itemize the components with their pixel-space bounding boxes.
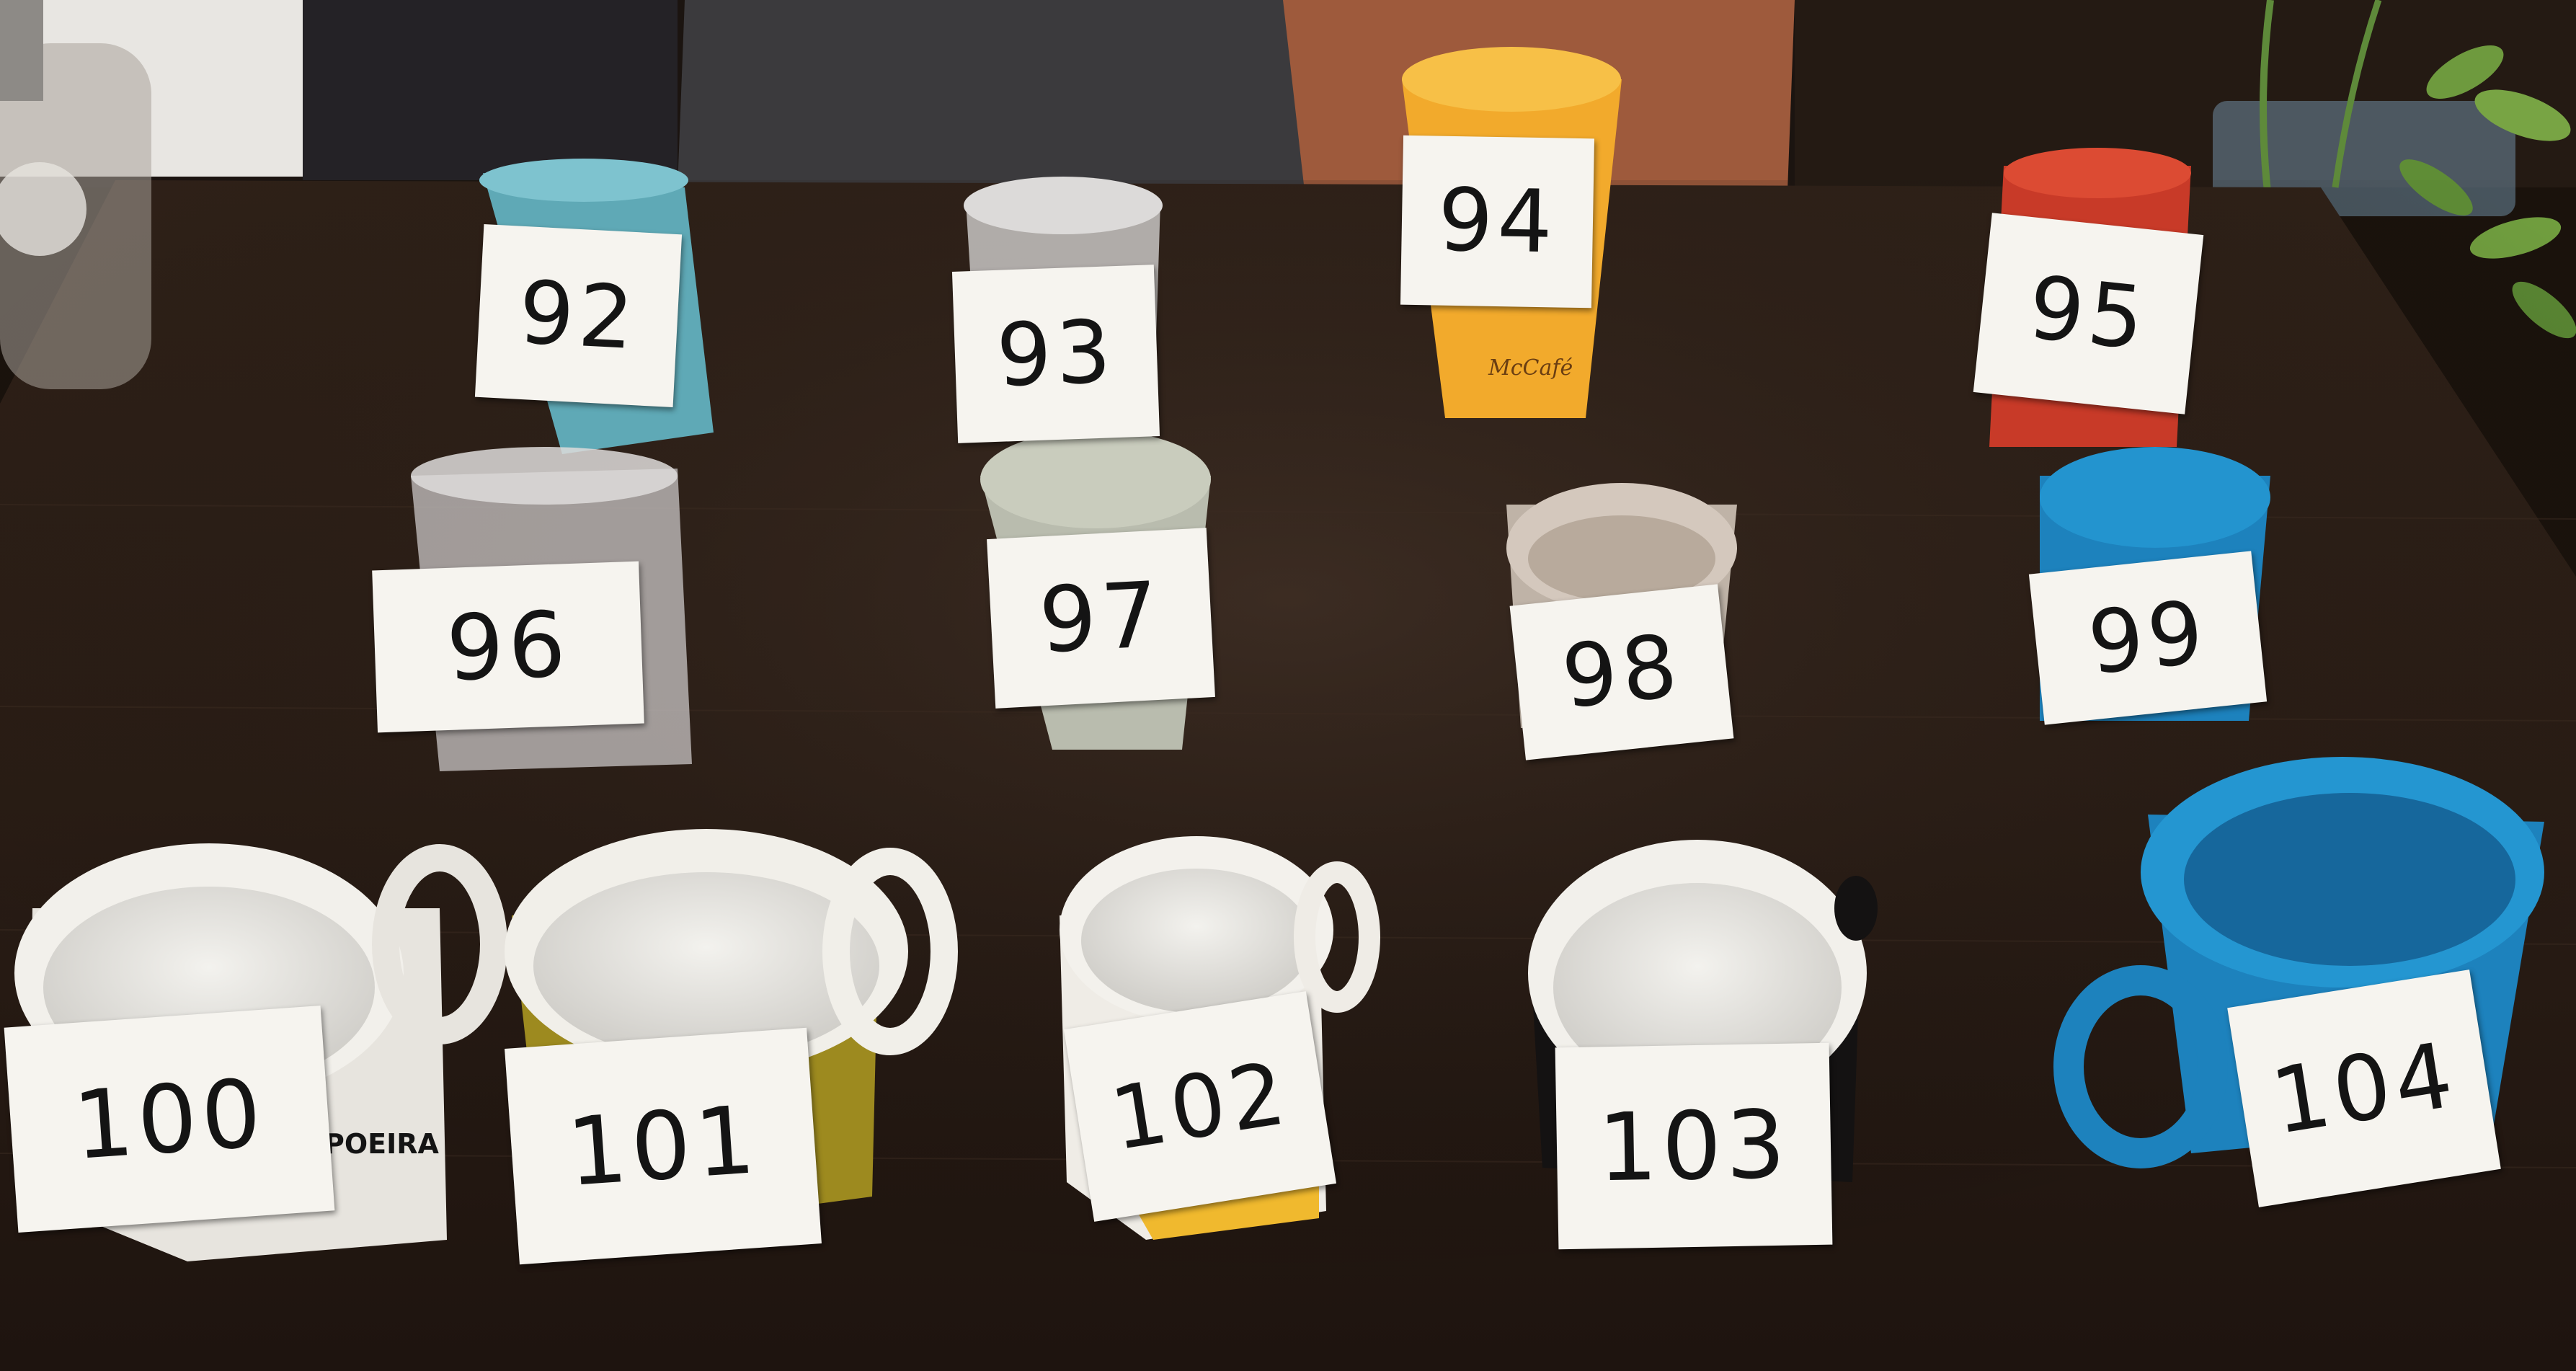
cup-label-101: 101 [505,1027,822,1265]
cup-label-94: 94 [1400,135,1595,309]
cup-label-92: 92 [474,223,683,408]
cup-label-98: 98 [1509,584,1734,760]
photo-scene: McCafé POEIRA 92 93 94 95 96 97 98 99 10… [0,0,2576,1371]
capoeira-print: POEIRA [324,1128,440,1160]
cup-label-97: 97 [987,528,1215,709]
cup-label-102: 102 [1063,991,1337,1222]
cup-label-100: 100 [4,1006,335,1233]
dark-chair-left [303,0,678,180]
mccafe-print: McCafé [1488,355,1573,381]
gray-chair [678,0,1333,187]
cup-label-104: 104 [2227,970,2501,1207]
cup-label-95: 95 [1973,213,2204,414]
glass-bottle [0,0,151,389]
cup-label-103: 103 [1555,1042,1833,1250]
cup-label-93: 93 [951,265,1160,443]
cup-label-99: 99 [2028,551,2268,725]
cup-label-96: 96 [372,561,644,733]
